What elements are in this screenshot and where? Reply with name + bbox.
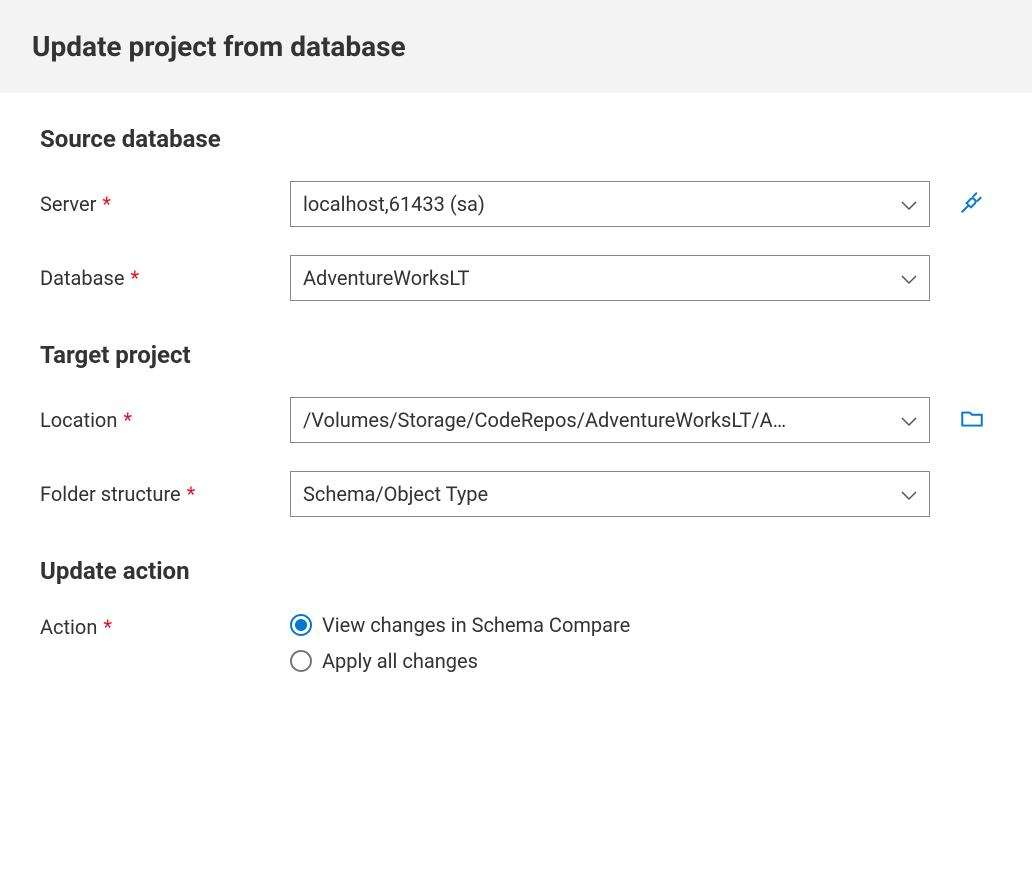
plug-icon (959, 189, 985, 219)
chevron-down-icon (901, 408, 917, 432)
location-select-value: /Volumes/Storage/CodeRepos/AdventureWork… (303, 408, 786, 432)
chevron-down-icon (901, 266, 917, 290)
chevron-down-icon (901, 192, 917, 216)
section-title-target: Target project (40, 341, 992, 369)
required-marker: * (187, 482, 196, 506)
database-select-container: AdventureWorksLT (290, 255, 930, 301)
label-container-folder-structure: Folder structure * (40, 482, 290, 506)
action-radio-group: View changes in Schema Compare Apply all… (290, 613, 630, 673)
radio-button-icon (290, 614, 312, 636)
label-server: Server (40, 192, 96, 216)
folder-structure-select-container: Schema/Object Type (290, 471, 930, 517)
database-select-value: AdventureWorksLT (303, 266, 469, 290)
dialog-header: Update project from database (0, 0, 1032, 93)
row-location: Location * /Volumes/Storage/CodeRepos/Ad… (40, 397, 992, 443)
location-select-container: /Volumes/Storage/CodeRepos/AdventureWork… (290, 397, 930, 443)
dialog-title: Update project from database (32, 30, 1000, 63)
server-select-container: localhost,61433 (sa) (290, 181, 930, 227)
dialog-content: Source database Server * localhost,61433… (0, 93, 1032, 745)
row-server: Server * localhost,61433 (sa) (40, 181, 992, 227)
browse-folder-button[interactable] (958, 406, 986, 434)
section-update-action: Update action Action * View changes in S… (40, 557, 992, 673)
label-container-action: Action * (40, 615, 290, 639)
label-folder-structure: Folder structure (40, 482, 181, 506)
radio-apply-all[interactable]: Apply all changes (290, 649, 630, 673)
label-container-location: Location * (40, 408, 290, 432)
location-select[interactable]: /Volumes/Storage/CodeRepos/AdventureWork… (290, 397, 930, 443)
section-source-database: Source database Server * localhost,61433… (40, 125, 992, 301)
section-target-project: Target project Location * /Volumes/Stora… (40, 341, 992, 517)
row-folder-structure: Folder structure * Schema/Object Type (40, 471, 992, 517)
folder-icon (959, 405, 985, 435)
required-marker: * (130, 266, 139, 290)
radio-label-apply: Apply all changes (322, 649, 478, 673)
radio-button-icon (290, 650, 312, 672)
folder-structure-select-value: Schema/Object Type (303, 482, 488, 506)
server-select-value: localhost,61433 (sa) (303, 192, 485, 216)
label-container-database: Database * (40, 266, 290, 290)
database-select[interactable]: AdventureWorksLT (290, 255, 930, 301)
folder-structure-select[interactable]: Schema/Object Type (290, 471, 930, 517)
section-title-source: Source database (40, 125, 992, 153)
label-location: Location (40, 408, 117, 432)
server-select[interactable]: localhost,61433 (sa) (290, 181, 930, 227)
label-container-server: Server * (40, 192, 290, 216)
label-action: Action (40, 615, 97, 639)
connect-button[interactable] (958, 190, 986, 218)
required-marker: * (102, 192, 111, 216)
chevron-down-icon (901, 482, 917, 506)
radio-label-view: View changes in Schema Compare (322, 613, 630, 637)
section-title-action: Update action (40, 557, 992, 585)
radio-view-changes[interactable]: View changes in Schema Compare (290, 613, 630, 637)
row-database: Database * AdventureWorksLT (40, 255, 992, 301)
label-database: Database (40, 266, 124, 290)
required-marker: * (103, 615, 112, 639)
required-marker: * (123, 408, 132, 432)
radio-dot-icon (295, 619, 307, 631)
row-action: Action * View changes in Schema Compare … (40, 613, 992, 673)
